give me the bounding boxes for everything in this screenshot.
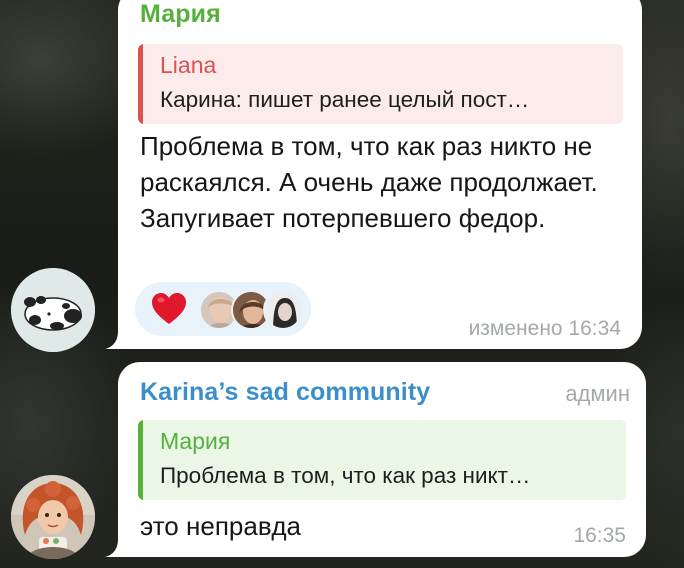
message-text: Проблема в том, что как раз никто не рас… [140,131,598,233]
reply-author: Liana [160,52,217,78]
reply-text: Карина: пишет ранее целый пост… [160,87,530,112]
reaction-chip[interactable] [135,282,311,336]
message-bubble[interactable]: Karina’s sad community админ Мария Пробл… [118,362,646,557]
reply-author: Мария [160,428,231,454]
reply-preview[interactable]: Мария Проблема в том, что как раз никт… [138,420,626,500]
sender-name[interactable]: Мария [140,0,221,29]
redhead-girl-icon [11,475,95,559]
heart-icon [152,293,186,324]
reply-accent-bar [138,44,143,124]
message-bubble[interactable]: Мария Liana Карина: пишет ранее целый по… [118,0,642,349]
sender-avatar[interactable] [11,268,95,352]
message-time: изменено 16:34 [468,317,621,340]
reply-preview[interactable]: Liana Карина: пишет ранее целый пост… [138,44,623,124]
reply-accent-bar [138,420,143,500]
admin-badge: админ [565,381,630,406]
message-time: 16:35 [573,524,626,547]
reactor-photo-icon [265,292,301,328]
reply-text: Проблема в том, что как раз никт… [160,463,531,488]
message-text: это неправда [140,511,301,541]
sender-avatar[interactable] [11,475,95,559]
reactor-avatar[interactable] [263,290,303,330]
panda-icon [11,268,95,352]
sender-name[interactable]: Karina’s sad community [140,378,430,407]
